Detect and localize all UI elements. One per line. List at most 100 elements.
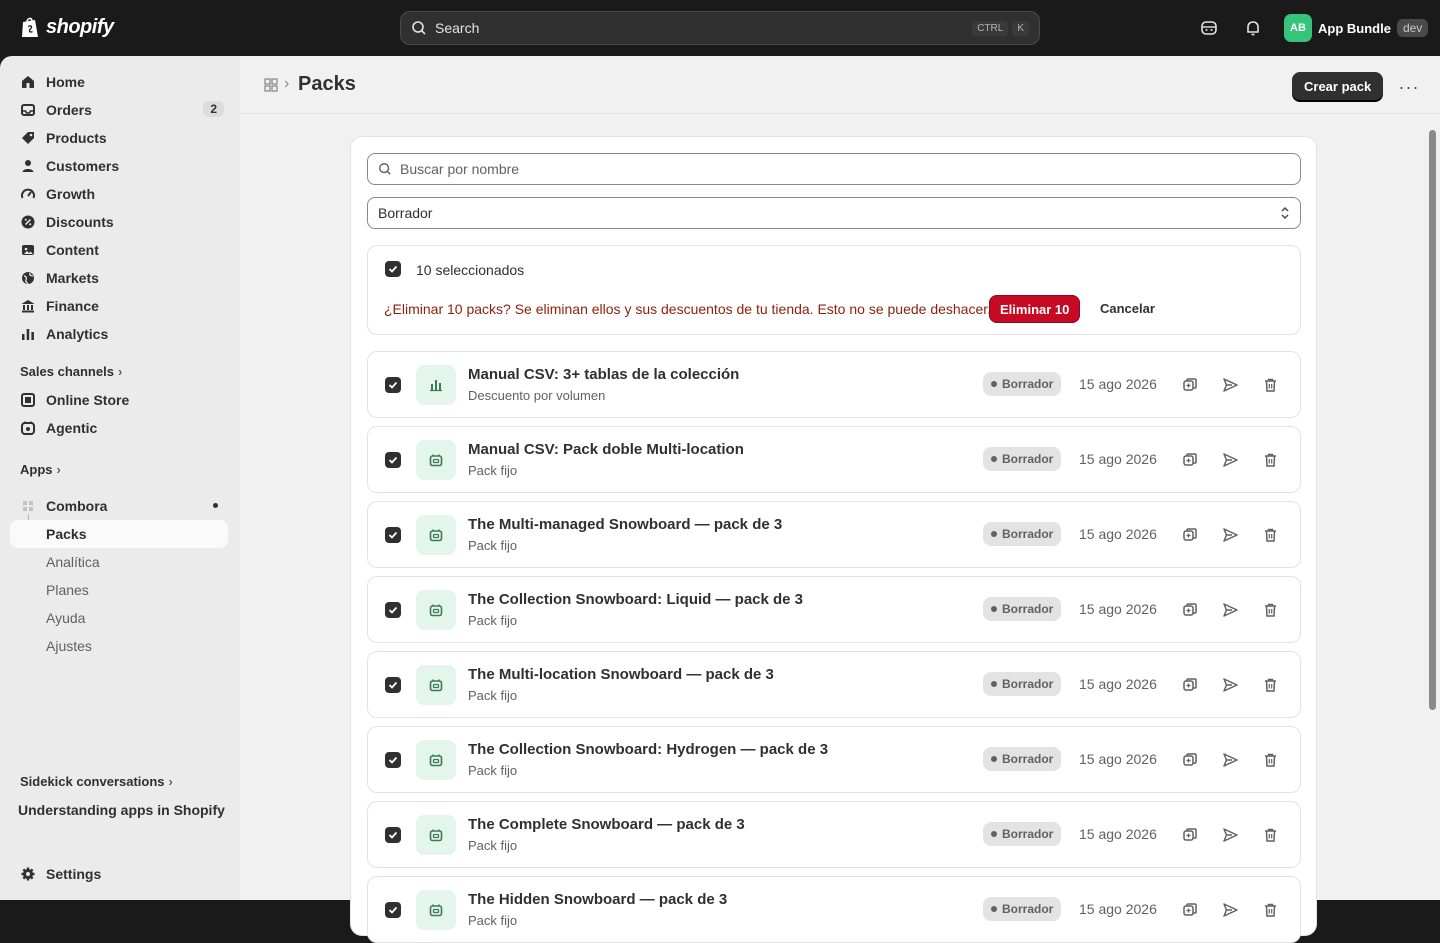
create-pack-button[interactable]: Crear pack [1292,72,1384,101]
delete-trash-icon[interactable] [1260,825,1280,845]
chevron-right-icon: › [168,774,173,789]
duplicate-icon[interactable] [1180,825,1200,845]
nav-orders[interactable]: Orders 2 [10,96,228,124]
breadcrumb-chevron-icon: › [284,75,290,92]
pack-title[interactable]: The Multi-location Snowboard — pack de 3 [468,666,774,683]
app-grid-icon[interactable] [264,78,278,92]
sales-channels-heading[interactable]: Sales channels › [20,364,122,379]
check-icon [388,456,398,464]
page-header: › Packs Crear pack ··· [240,56,1440,114]
delete-trash-icon[interactable] [1260,900,1280,920]
row-checkbox[interactable] [385,452,401,468]
row-checkbox[interactable] [385,527,401,543]
nav-online-store[interactable]: Online Store [10,386,228,414]
delete-trash-icon[interactable] [1260,375,1280,395]
pack-row[interactable]: The Complete Snowboard — pack de 3 Pack … [367,801,1301,868]
nav-analitica[interactable]: Analítica [46,554,100,570]
nav-packs[interactable]: Packs [10,520,228,548]
status-badge: Borrador [983,372,1062,396]
discount-icon [21,215,35,229]
status-text: Borrador [1002,452,1054,466]
cancel-button[interactable]: Cancelar [1100,301,1155,316]
select-all-checkbox[interactable] [385,261,401,277]
duplicate-icon[interactable] [1180,375,1200,395]
pack-title[interactable]: Manual CSV: 3+ tablas de la colección [468,366,739,383]
row-checkbox[interactable] [385,677,401,693]
status-filter-select[interactable]: Borrador [367,197,1301,229]
pack-thumbnail [416,440,456,480]
publish-send-icon[interactable] [1220,675,1240,695]
row-checkbox[interactable] [385,377,401,393]
pack-title[interactable]: Manual CSV: Pack doble Multi-location [468,441,744,458]
delete-trash-icon[interactable] [1260,525,1280,545]
sidekick-conversation-item[interactable]: Understanding apps in Shopify [18,802,225,818]
duplicate-icon[interactable] [1180,450,1200,470]
row-checkbox[interactable] [385,602,401,618]
bell-icon[interactable] [1242,17,1264,39]
bar-chart-icon [22,329,34,340]
duplicate-icon[interactable] [1180,675,1200,695]
publish-send-icon[interactable] [1220,450,1240,470]
row-checkbox[interactable] [385,827,401,843]
check-icon [388,681,398,689]
pack-row[interactable]: The Collection Snowboard: Hydrogen — pac… [367,726,1301,793]
nav-analytics[interactable]: Analytics [10,320,228,348]
publish-send-icon[interactable] [1220,600,1240,620]
scrollbar-thumb[interactable] [1429,130,1436,710]
duplicate-icon[interactable] [1180,525,1200,545]
app-name: Combora [46,498,108,514]
publish-send-icon[interactable] [1220,825,1240,845]
pack-type: Pack fijo [468,538,518,553]
delete-trash-icon[interactable] [1260,450,1280,470]
nav-customers[interactable]: Customers [10,152,228,180]
sidekick-heading[interactable]: Sidekick conversations › [20,774,173,789]
scrollbar[interactable] [1426,116,1438,900]
publish-send-icon[interactable] [1220,375,1240,395]
pack-row[interactable]: Manual CSV: 3+ tablas de la colección De… [367,351,1301,418]
duplicate-icon[interactable] [1180,600,1200,620]
pack-row[interactable]: The Hidden Snowboard — pack de 3 Pack fi… [367,876,1301,943]
nav-markets[interactable]: Markets [10,264,228,292]
pack-row[interactable]: The Collection Snowboard: Liquid — pack … [367,576,1301,643]
check-icon [388,756,398,764]
nav-agentic[interactable]: Agentic [10,414,228,442]
nav-app-combora[interactable]: Combora [10,492,228,520]
nav-planes[interactable]: Planes [46,582,89,598]
pack-row[interactable]: The Multi-location Snowboard — pack de 3… [367,651,1301,718]
global-search[interactable]: Search CTRL K [400,11,1040,45]
pack-title[interactable]: The Collection Snowboard: Hydrogen — pac… [468,741,828,758]
pack-row[interactable]: The Multi-managed Snowboard — pack de 3 … [367,501,1301,568]
shopify-logo[interactable]: shopify [20,15,114,39]
publish-send-icon[interactable] [1220,525,1240,545]
nav-content[interactable]: Content [10,236,228,264]
top-bar: shopify Search CTRL K AB App Bundle dev [0,0,1440,56]
pack-title[interactable]: The Multi-managed Snowboard — pack de 3 [468,516,782,533]
row-checkbox[interactable] [385,752,401,768]
store-switcher[interactable]: AB App Bundle dev [1284,14,1429,42]
nav-ajustes[interactable]: Ajustes [46,638,92,654]
nav-home[interactable]: Home [10,68,228,96]
delete-trash-icon[interactable] [1260,750,1280,770]
nav-ayuda[interactable]: Ayuda [46,610,85,626]
publish-send-icon[interactable] [1220,900,1240,920]
row-checkbox[interactable] [385,902,401,918]
pack-row[interactable]: Manual CSV: Pack doble Multi-location Pa… [367,426,1301,493]
duplicate-icon[interactable] [1180,750,1200,770]
nav-settings[interactable]: Settings [10,860,228,888]
apps-heading[interactable]: Apps › [20,462,61,477]
publish-send-icon[interactable] [1220,750,1240,770]
delete-selected-button[interactable]: Eliminar 10 [989,295,1081,323]
more-actions-icon[interactable]: ··· [1396,74,1422,100]
sidekick-icon[interactable] [1198,17,1220,39]
nav-discounts[interactable]: Discounts [10,208,228,236]
search-by-name-input[interactable]: Buscar por nombre [367,153,1301,185]
nav-finance[interactable]: Finance [10,292,228,320]
delete-trash-icon[interactable] [1260,600,1280,620]
duplicate-icon[interactable] [1180,900,1200,920]
nav-products[interactable]: Products [10,124,228,152]
delete-trash-icon[interactable] [1260,675,1280,695]
pack-title[interactable]: The Complete Snowboard — pack de 3 [468,816,745,833]
pack-title[interactable]: The Collection Snowboard: Liquid — pack … [468,591,803,608]
chevron-right-icon: › [117,364,123,379]
nav-growth[interactable]: Growth [10,180,228,208]
